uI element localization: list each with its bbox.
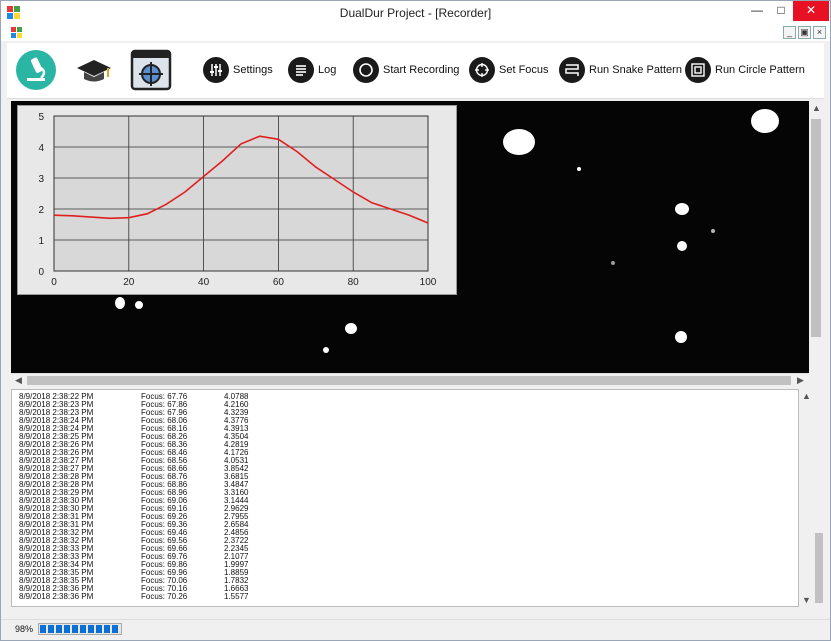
settings-label: Settings [233,64,273,76]
focus-chart: 0 20 40 60 80 100 0 1 2 3 4 5 [17,105,457,295]
scrollbar-thumb[interactable] [815,533,823,603]
snake-pattern-icon [559,57,585,83]
mdi-bar: _ ▣ × [1,25,830,41]
y-tick-label: 2 [38,205,44,216]
x-tick-label: 0 [51,277,57,288]
viewer-vertical-scrollbar[interactable]: ▲ [809,101,823,373]
scroll-up-icon[interactable]: ▲ [812,103,821,113]
bright-spot [711,229,715,233]
title-bar: DualDur Project - [Recorder] — □ ✕ [1,1,830,25]
bright-spot [345,323,357,334]
y-tick-label: 1 [38,236,44,247]
plot-area [53,115,429,272]
sliders-icon [203,57,229,83]
run-circle-pattern-label: Run Circle Pattern [715,64,805,76]
set-focus-button[interactable]: Set Focus [469,56,549,84]
log-button[interactable]: Log [288,56,336,84]
child-minimize-button[interactable]: _ [783,26,796,39]
bright-spot [135,301,143,309]
bright-spot [675,203,689,215]
bright-spot [323,347,329,353]
y-tick-label: 4 [38,143,44,154]
focus-chart-svg: 0 20 40 60 80 100 0 1 2 3 4 5 [38,112,437,288]
record-icon [353,57,379,83]
toolbar: Settings Log Start Recording Set Focus R… [7,43,824,99]
scroll-down-icon[interactable]: ▼ [802,595,811,605]
log-focus: Focus: 70.26 [141,592,188,601]
app-window: DualDur Project - [Recorder] — □ ✕ _ ▣ × [0,0,831,641]
maximize-button[interactable]: □ [767,1,795,21]
child-window-icon [11,27,22,38]
log-label: Log [318,64,337,76]
camera-viewer[interactable]: 0 20 40 60 80 100 0 1 2 3 4 5 [11,101,809,373]
set-focus-label: Set Focus [499,64,549,76]
progress-bar [38,623,122,635]
window-title: DualDur Project - [Recorder] [339,6,492,20]
scrollbar-thumb[interactable] [27,376,791,385]
status-bar: 98% [1,619,830,640]
close-button[interactable]: ✕ [793,1,829,21]
log-list[interactable]: 8/9/2018 2:38:22 PM Focus: 67.76 4.0788 8/9… [11,389,799,607]
scroll-left-icon[interactable]: ◀ [15,375,22,386]
run-snake-pattern-button[interactable]: Run Snake Pattern [559,56,682,84]
bright-spot [577,167,581,171]
x-tick-label: 100 [420,277,437,288]
outer-scrollbar[interactable] [813,487,823,617]
circle-pattern-icon [685,57,711,83]
child-close-button[interactable]: × [813,26,826,39]
start-recording-label: Start Recording [383,64,460,76]
bright-spot [503,129,535,155]
log-timestamp: 8/9/2018 2:38:36 PM [19,592,94,601]
bright-spot [611,261,615,265]
graduation-cap-icon[interactable] [73,49,115,91]
x-tick-label: 20 [123,277,135,288]
x-tick-label: 80 [348,277,360,288]
y-tick-label: 3 [38,174,44,185]
log-value: 1.5577 [224,592,249,601]
microscope-icon[interactable] [15,49,57,91]
scrollbar-thumb[interactable] [811,119,821,337]
settings-button[interactable]: Settings [203,56,273,84]
list-icon [288,57,314,83]
x-tick-label: 60 [273,277,285,288]
viewer-horizontal-scrollbar[interactable]: ◀ ▶ [11,373,809,387]
child-restore-button[interactable]: ▣ [798,26,811,39]
progress-percent: 98% [15,624,34,634]
run-circle-pattern-button[interactable]: Run Circle Pattern [685,56,805,84]
log-vertical-scrollbar[interactable]: ▲ ▼ [799,389,813,607]
focus-icon [469,57,495,83]
bright-spot [751,109,779,133]
bright-spot [677,241,687,251]
target-window-icon[interactable] [130,49,172,91]
x-tick-label: 40 [198,277,210,288]
y-tick-label: 5 [38,112,44,123]
start-recording-button[interactable]: Start Recording [353,56,459,84]
y-tick-label: 0 [38,267,44,278]
bright-spot [115,297,125,309]
progress-bar-fill [40,625,118,633]
scroll-up-icon[interactable]: ▲ [802,391,811,401]
run-snake-pattern-label: Run Snake Pattern [589,64,682,76]
scroll-right-icon[interactable]: ▶ [797,375,804,386]
bright-spot [675,331,687,343]
